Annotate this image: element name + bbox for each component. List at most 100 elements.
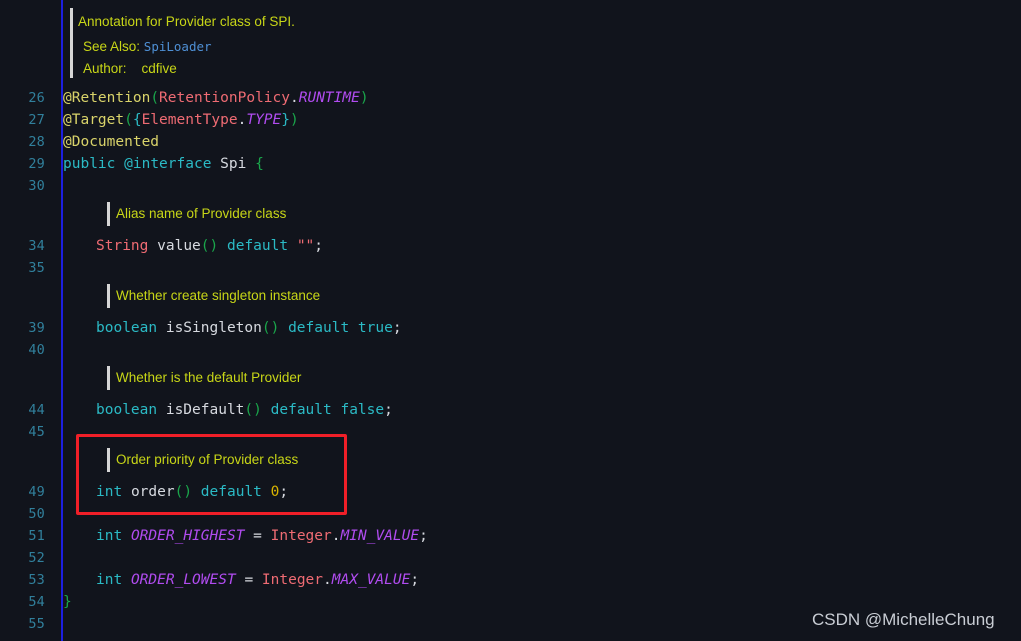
javadoc-accent-bar — [107, 366, 110, 390]
code-line-39[interactable]: boolean isSingleton() default true; — [96, 317, 402, 339]
token: () — [200, 238, 219, 254]
code-content-area[interactable]: @Retention(RetentionPolicy.RUNTIME) @Targ… — [63, 0, 1021, 641]
code-line-27[interactable]: @Target({ElementType.TYPE}) — [63, 109, 299, 131]
line-number-40: 40 — [28, 342, 45, 358]
token: @Target — [63, 112, 125, 128]
token: ) — [290, 112, 299, 128]
token: ( — [150, 90, 160, 106]
token: default — [226, 238, 289, 254]
line-number-gutter: 26 27 28 29 30 34 35 39 40 44 45 49 50 51 52 53 54 55 — [0, 0, 61, 641]
code-editor-viewport: 26 27 28 29 30 34 35 39 40 44 45 49 50 51 52 53 54 55 @Re… — [0, 0, 1021, 641]
token: () — [244, 402, 262, 418]
code-line-53[interactable]: int ORDER_LOWEST = Integer.MAX_VALUE; — [96, 569, 419, 591]
token: ; — [410, 572, 420, 588]
token: ; — [279, 484, 289, 500]
token: default — [270, 402, 332, 418]
javadoc-line: Author: cdfive — [83, 59, 177, 79]
watermark-text: CSDN @MichelleChung — [812, 610, 995, 629]
line-number-55: 55 — [28, 616, 45, 632]
code-line-34[interactable]: String value() default ""; — [96, 235, 323, 257]
token: Integer — [270, 528, 332, 544]
javadoc-tag-label: Author: — [83, 61, 131, 76]
code-line-29[interactable]: public @interface Spi { — [63, 153, 264, 175]
code-line-44[interactable]: boolean isDefault() default false; — [96, 399, 393, 421]
line-number-49: 49 — [28, 484, 45, 500]
code-line-26[interactable]: @Retention(RetentionPolicy.RUNTIME) — [63, 87, 369, 109]
line-number-35: 35 — [28, 260, 45, 276]
token: public — [63, 156, 116, 172]
line-number-52: 52 — [28, 550, 45, 566]
token: Integer — [261, 572, 324, 588]
javadoc-accent-bar — [107, 202, 110, 226]
token: { — [132, 112, 142, 128]
line-number-51: 51 — [28, 528, 45, 544]
javadoc-line: Annotation for Provider class of SPI. — [78, 14, 295, 29]
javadoc-line: Alias name of Provider class — [116, 206, 287, 221]
code-line-28[interactable]: @Documented — [63, 131, 159, 153]
token: RetentionPolicy — [159, 90, 290, 106]
token: MAX_VALUE — [331, 572, 411, 588]
token: } — [281, 112, 290, 128]
token: = — [244, 572, 254, 588]
token: . — [290, 90, 299, 106]
javadoc-tag-label: See Also: — [83, 39, 144, 54]
javadoc-line: Whether is the default Provider — [116, 370, 302, 385]
code-line-49[interactable]: int order() default 0; — [96, 481, 288, 503]
code-line-51[interactable]: int ORDER_HIGHEST = Integer.MIN_VALUE; — [96, 525, 428, 547]
token: default — [288, 320, 350, 336]
token: value — [157, 238, 201, 254]
token: boolean — [96, 320, 158, 336]
token: ; — [392, 320, 402, 336]
token: Spi — [220, 156, 247, 172]
line-number-53: 53 — [28, 572, 45, 588]
token: MIN_VALUE — [340, 528, 420, 544]
token: RUNTIME — [298, 90, 360, 106]
line-number-44: 44 — [28, 402, 45, 418]
token: ; — [384, 402, 393, 418]
token: () — [174, 484, 193, 500]
javadoc-see-also-link[interactable]: SpiLoader — [144, 39, 212, 54]
javadoc-accent-bar — [107, 448, 110, 472]
token: ( — [124, 112, 133, 128]
line-number-34: 34 — [28, 238, 45, 254]
line-number-26: 26 — [28, 90, 45, 106]
code-line-54[interactable]: } — [63, 591, 72, 613]
line-number-50: 50 — [28, 506, 45, 522]
token: ) — [359, 90, 369, 106]
token: = — [253, 528, 262, 544]
token: @interface — [124, 156, 212, 172]
token: @Retention — [63, 90, 151, 106]
token: ORDER_LOWEST — [130, 572, 236, 588]
token: int — [96, 528, 123, 544]
token: int — [96, 572, 123, 588]
token: ; — [314, 238, 324, 254]
line-number-30: 30 — [28, 178, 45, 194]
javadoc-line: Whether create singleton instance — [116, 288, 321, 303]
token: isDefault — [165, 402, 245, 418]
token: @Documented — [63, 134, 160, 150]
javadoc-accent-bar — [107, 284, 110, 308]
line-number-28: 28 — [28, 134, 45, 150]
token: ORDER_HIGHEST — [130, 528, 245, 544]
line-number-39: 39 — [28, 320, 45, 336]
token: String — [96, 238, 149, 254]
token: order — [130, 484, 175, 500]
token: { — [255, 156, 264, 172]
token: default — [200, 484, 262, 500]
